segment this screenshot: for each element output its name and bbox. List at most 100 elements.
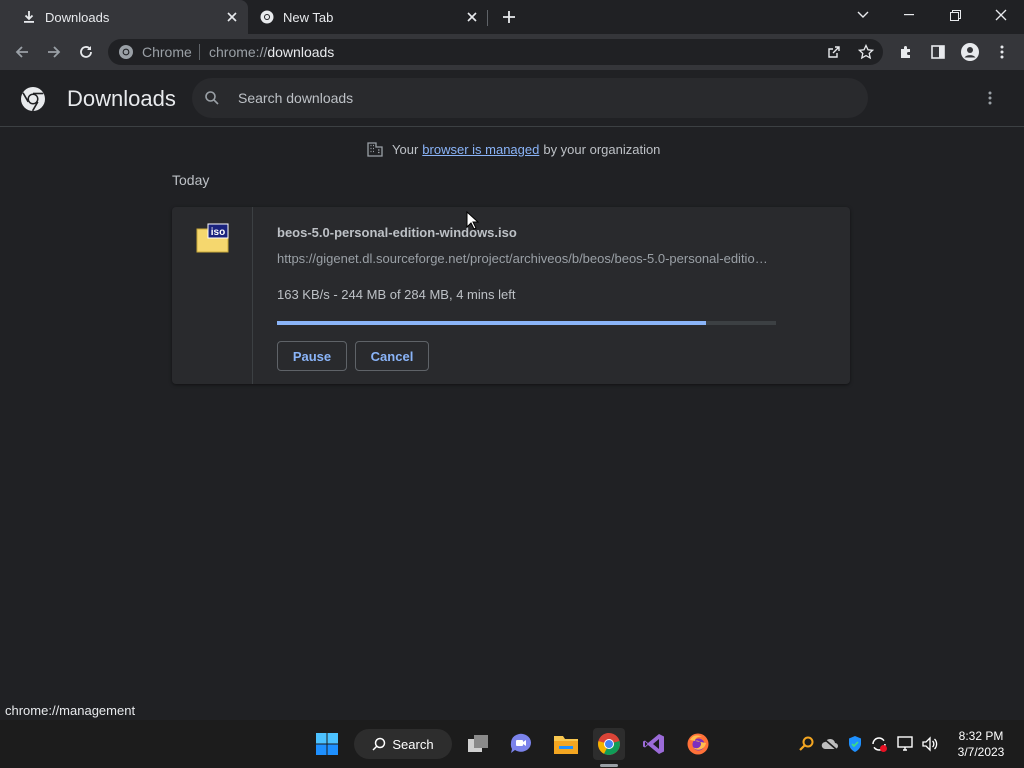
site-label: Chrome (142, 44, 192, 60)
file-explorer-button[interactable] (550, 728, 582, 760)
browser-toolbar: Chrome chrome://downloads (0, 34, 1024, 70)
browser-managed-link[interactable]: browser is managed (422, 142, 539, 157)
tab-title: New Tab (283, 9, 334, 25)
cancel-button[interactable]: Cancel (355, 341, 429, 371)
chrome-taskbar-button[interactable] (593, 728, 625, 760)
back-button[interactable] (8, 38, 36, 66)
speaker-icon (922, 736, 938, 752)
page-title: Downloads (67, 86, 176, 111)
visual-studio-button[interactable] (638, 728, 670, 760)
start-button[interactable] (311, 728, 343, 760)
windows-logo-icon (316, 733, 338, 755)
chrome-icon (598, 733, 620, 755)
chrome-icon (260, 10, 274, 24)
restore-icon (949, 9, 961, 21)
side-panel-icon (931, 45, 945, 59)
file-icon-column: iso (172, 207, 253, 384)
network-tray-icon[interactable] (896, 734, 916, 754)
firefox-button[interactable] (682, 728, 714, 760)
chrome-menu-button[interactable] (988, 38, 1016, 66)
url-text[interactable]: chrome://downloads (209, 44, 334, 60)
download-item: iso beos-5.0-personal-edition-windows.is… (172, 207, 850, 384)
update-tray-icon[interactable] (869, 734, 889, 754)
close-icon (995, 9, 1007, 21)
search-icon (205, 91, 219, 105)
progress-fill (277, 321, 706, 325)
close-tab-icon[interactable] (222, 7, 242, 27)
source-url-link[interactable]: https://gigenet.dl.sourceforge.net/proje… (277, 251, 773, 266)
chevron-down-icon (857, 11, 869, 18)
search-box[interactable] (192, 78, 868, 118)
more-vert-icon (988, 91, 992, 105)
teams-chat-button[interactable] (505, 728, 537, 760)
tab-downloads[interactable]: Downloads (0, 0, 248, 34)
profile-button[interactable] (956, 38, 984, 66)
reload-button[interactable] (72, 38, 100, 66)
managed-suffix: by your organization (543, 141, 661, 157)
shield-icon (849, 736, 861, 752)
search-input[interactable] (236, 86, 840, 110)
bookmark-button[interactable] (852, 38, 880, 66)
share-button[interactable] (820, 38, 848, 66)
download-status: 163 KB/s - 244 MB of 284 MB, 4 mins left (277, 287, 516, 302)
date-section-header: Today (172, 172, 210, 188)
close-window-button[interactable] (978, 0, 1024, 30)
tab-separator (487, 10, 488, 26)
onedrive-tray-icon[interactable] (820, 734, 840, 754)
restore-button[interactable] (932, 0, 978, 30)
task-view-icon (468, 735, 488, 752)
clock-date: 3/7/2023 (957, 745, 1005, 759)
managed-prefix: Your (392, 141, 419, 157)
pause-button[interactable]: Pause (277, 341, 347, 371)
tab-new-tab[interactable]: New Tab (248, 0, 488, 34)
clock-time: 8:32 PM (958, 729, 1004, 743)
address-bar[interactable]: Chrome chrome://downloads (108, 39, 883, 65)
more-vert-icon (1000, 45, 1004, 59)
taskbar-clock[interactable]: 8:32 PM 3/7/2023 (948, 728, 1014, 760)
minimize-button[interactable] (886, 0, 932, 30)
search-icon (372, 737, 386, 751)
taskbar-search-label: Search (392, 736, 434, 752)
share-icon (828, 46, 840, 58)
download-icon (22, 10, 36, 24)
downloads-menu-button[interactable] (978, 86, 1002, 110)
cloud-offline-icon (821, 737, 838, 751)
network-icon (897, 736, 913, 751)
close-tab-icon[interactable] (462, 7, 482, 27)
file-name-link[interactable]: beos-5.0-personal-edition-windows.iso (277, 225, 517, 240)
tab-search-button[interactable] (840, 0, 886, 30)
folder-icon (554, 736, 578, 754)
url-host: downloads (267, 44, 335, 60)
star-icon (858, 44, 874, 60)
visual-studio-icon (643, 734, 664, 754)
taskbar-search-button[interactable]: Search (354, 729, 452, 759)
magnifier-icon (799, 736, 814, 751)
puzzle-icon (901, 46, 910, 58)
mouse-cursor-icon (466, 211, 480, 230)
chrome-logo-icon (21, 87, 45, 112)
security-tray-icon[interactable] (845, 734, 865, 754)
forward-button[interactable] (40, 38, 68, 66)
tab-strip: Downloads New Tab (0, 0, 1024, 34)
status-bubble: chrome://management (0, 700, 144, 720)
progress-bar (277, 321, 776, 325)
avatar-icon (961, 43, 979, 61)
iso-file-icon: iso (196, 223, 229, 253)
managed-notice: Your browser is managed by your organiza… (366, 140, 660, 158)
side-panel-button[interactable] (924, 38, 952, 66)
active-app-indicator (600, 764, 618, 767)
extensions-button[interactable] (892, 38, 920, 66)
windows-taskbar: Search 8:32 PM 3/7/2023 (0, 720, 1024, 768)
svg-text:iso: iso (211, 227, 225, 238)
omnibox-separator (199, 44, 200, 60)
firefox-icon (687, 733, 709, 755)
new-tab-button[interactable] (497, 5, 521, 29)
minimize-icon (904, 14, 914, 16)
search-tray-icon[interactable] (796, 734, 816, 754)
plus-icon (503, 11, 515, 23)
task-view-button[interactable] (462, 728, 494, 760)
tab-title: Downloads (45, 9, 110, 25)
volume-tray-icon[interactable] (920, 734, 940, 754)
reload-icon (80, 46, 92, 58)
downloads-header: Downloads (0, 70, 1024, 127)
